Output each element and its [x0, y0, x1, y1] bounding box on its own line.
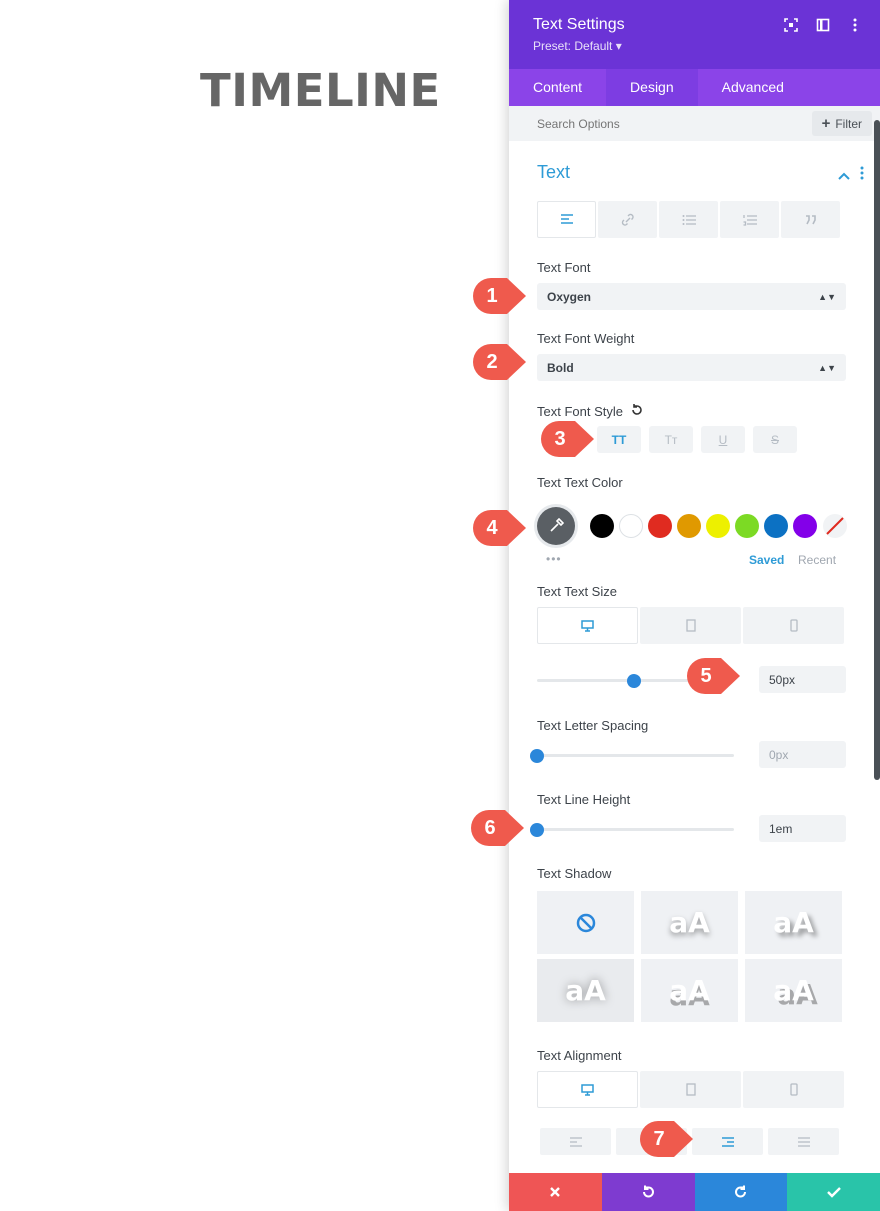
phone-tab[interactable]: [743, 607, 844, 644]
device-tabs-size: [537, 607, 844, 644]
text-size-input[interactable]: 50px: [759, 666, 846, 693]
color-swatch[interactable]: [677, 514, 701, 538]
recent-colors-tab[interactable]: Recent: [798, 553, 836, 567]
saved-colors-tab[interactable]: Saved: [749, 553, 784, 567]
slider-handle[interactable]: [530, 823, 544, 837]
small-caps-button[interactable]: Tт: [649, 426, 693, 453]
annotation-marker: 4: [470, 507, 528, 549]
text-alignment-label: Text Alignment: [537, 1048, 622, 1063]
color-swatch[interactable]: [619, 514, 643, 538]
text-shadow-options: aA aA aA aA aA: [537, 891, 842, 1022]
desktop-tab[interactable]: [537, 1071, 638, 1108]
more-colors-icon[interactable]: •••: [546, 552, 562, 566]
text-font-weight-value: Bold: [547, 360, 574, 375]
device-tabs-alignment: [537, 1071, 844, 1108]
annotation-marker: 7: [637, 1118, 695, 1160]
link-text-tab[interactable]: [598, 201, 657, 238]
no-color-swatch[interactable]: [823, 514, 847, 538]
desktop-tab[interactable]: [537, 607, 638, 644]
section-title: Text: [537, 162, 571, 182]
scrollbar[interactable]: [874, 120, 880, 780]
color-swatch[interactable]: [706, 514, 730, 538]
color-swatch[interactable]: [648, 514, 672, 538]
text-element-tabs: [537, 201, 840, 238]
blockquote-tab[interactable]: [781, 201, 840, 238]
underline-button[interactable]: U: [701, 426, 745, 453]
color-swatch[interactable]: [793, 514, 817, 538]
tablet-tab[interactable]: [640, 607, 741, 644]
select-arrows-icon: ▲▼: [818, 291, 836, 302]
redo-button[interactable]: [694, 1173, 788, 1211]
shadow-preset-5[interactable]: aA: [745, 959, 842, 1022]
tablet-tab[interactable]: [640, 1071, 741, 1108]
letter-spacing-input[interactable]: 0px: [759, 741, 846, 768]
shadow-none-option[interactable]: [537, 891, 634, 954]
paragraph-text-tab[interactable]: [537, 201, 596, 238]
save-button[interactable]: [787, 1173, 880, 1211]
text-font-weight-select[interactable]: Bold ▲▼: [537, 354, 846, 381]
text-size-label: Text Text Size: [537, 584, 617, 599]
letter-spacing-slider[interactable]: [530, 749, 734, 763]
text-font-label: Text Font: [537, 260, 591, 275]
text-font-value: Oxygen: [547, 289, 592, 304]
phone-tab[interactable]: [743, 1071, 844, 1108]
text-font-style-label: Text Font Style: [537, 404, 623, 419]
shadow-preset-1[interactable]: aA: [641, 891, 738, 954]
undo-button[interactable]: [601, 1173, 695, 1211]
line-height-label: Text Line Height: [537, 792, 631, 807]
align-justify-button[interactable]: [768, 1128, 839, 1155]
slider-handle[interactable]: [626, 674, 641, 688]
unordered-list-tab[interactable]: [659, 201, 718, 238]
annotation-marker: 5: [684, 655, 742, 697]
color-swatches: [590, 514, 817, 538]
ordered-list-tab[interactable]: [720, 201, 779, 238]
annotation-marker: 3: [538, 418, 596, 460]
color-swatch[interactable]: [590, 514, 614, 538]
section-options-icon[interactable]: [860, 166, 864, 185]
shadow-preset-2[interactable]: aA: [745, 891, 842, 954]
annotation-marker: 6: [468, 807, 526, 849]
font-style-buttons: TT Tт U S: [597, 426, 797, 453]
align-right-button[interactable]: [692, 1128, 763, 1155]
reset-icon[interactable]: [631, 404, 643, 419]
text-font-style-label-row: Text Font Style: [537, 404, 643, 419]
shadow-preset-4[interactable]: aA: [641, 959, 738, 1022]
discard-button[interactable]: [509, 1173, 602, 1211]
slider-handle[interactable]: [530, 749, 544, 763]
uppercase-button[interactable]: TT: [597, 426, 641, 453]
line-height-input[interactable]: 1em: [759, 815, 846, 842]
color-picker-button[interactable]: [537, 507, 575, 545]
page-heading: TIMELINE: [200, 64, 441, 117]
select-arrows-icon: ▲▼: [818, 362, 836, 373]
align-left-button[interactable]: [540, 1128, 611, 1155]
text-shadow-label: Text Shadow: [537, 866, 612, 881]
collapse-chevron-icon[interactable]: [838, 167, 850, 185]
panel-footer: [509, 1173, 880, 1211]
color-swatch[interactable]: [735, 514, 759, 538]
annotation-marker: 1: [470, 275, 528, 317]
strikethrough-button[interactable]: S: [753, 426, 797, 453]
color-swatch[interactable]: [764, 514, 788, 538]
panel-body: Text Text Font Oxygen ▲▼ Text Font Weight…: [509, 0, 880, 1211]
letter-spacing-label: Text Letter Spacing: [537, 718, 649, 733]
line-height-slider[interactable]: [530, 823, 734, 837]
annotation-marker: 2: [470, 341, 528, 383]
shadow-preset-3[interactable]: aA: [537, 959, 634, 1022]
text-color-label: Text Text Color: [537, 475, 623, 490]
text-font-select[interactable]: Oxygen ▲▼: [537, 283, 846, 310]
text-font-weight-label: Text Font Weight: [537, 331, 635, 346]
